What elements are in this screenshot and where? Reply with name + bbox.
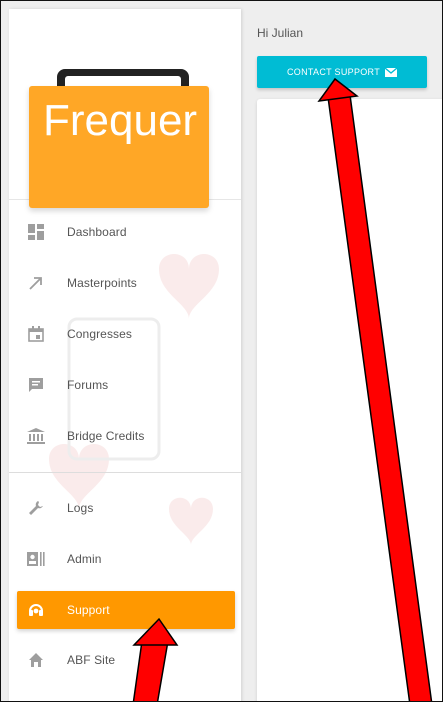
admin-icon — [25, 548, 47, 570]
sidebar-item-label: Logs — [67, 501, 94, 515]
sidebar-item-support[interactable]: Support — [17, 591, 235, 629]
trending-arrow-icon — [25, 272, 47, 294]
sidebar-item-label: Support — [67, 603, 110, 617]
main-content: Hi Julian CONTACT SUPPORT — [241, 1, 442, 701]
contact-support-button[interactable]: CONTACT SUPPORT — [257, 56, 427, 88]
sidebar-item-label: Masterpoints — [67, 276, 137, 290]
headset-icon — [25, 599, 47, 621]
app-window: MY ABF Dashboard Masterpoints — [0, 0, 443, 702]
sidebar-item-abf-site[interactable]: ABF Site — [17, 641, 235, 679]
faq-card-header: Frequer — [29, 86, 209, 208]
sidebar-item-label: Dashboard — [67, 225, 127, 239]
contact-support-label: CONTACT SUPPORT — [286, 67, 380, 77]
sidebar-item-admin[interactable]: Admin — [17, 540, 235, 578]
faq-card-title: Frequer — [43, 96, 198, 145]
sidebar-item-label: Forums — [67, 378, 109, 392]
greeting-text: Hi Julian — [257, 26, 304, 40]
sidebar-item-bridge-credits[interactable]: Bridge Credits — [17, 417, 235, 455]
sidebar-item-label: Congresses — [67, 327, 133, 341]
sidebar-item-label: Admin — [67, 552, 102, 566]
sidebar-item-masterpoints[interactable]: Masterpoints — [17, 264, 235, 302]
wrench-icon — [25, 497, 47, 519]
bank-icon — [25, 425, 47, 447]
sidebar-item-label: ABF Site — [67, 653, 116, 667]
sidebar-item-congresses[interactable]: Congresses — [17, 315, 235, 353]
dashboard-icon — [25, 221, 47, 243]
calendar-icon — [25, 323, 47, 345]
sidebar-divider — [9, 472, 241, 473]
home-icon — [25, 649, 47, 671]
sidebar-item-dashboard[interactable]: Dashboard — [17, 213, 235, 251]
sidebar-item-label: Bridge Credits — [67, 429, 145, 443]
faq-card — [257, 99, 442, 701]
sidebar-item-forums[interactable]: Forums — [17, 366, 235, 404]
forum-icon — [25, 374, 47, 396]
sidebar-item-logs[interactable]: Logs — [17, 489, 235, 527]
mail-icon — [385, 67, 397, 77]
